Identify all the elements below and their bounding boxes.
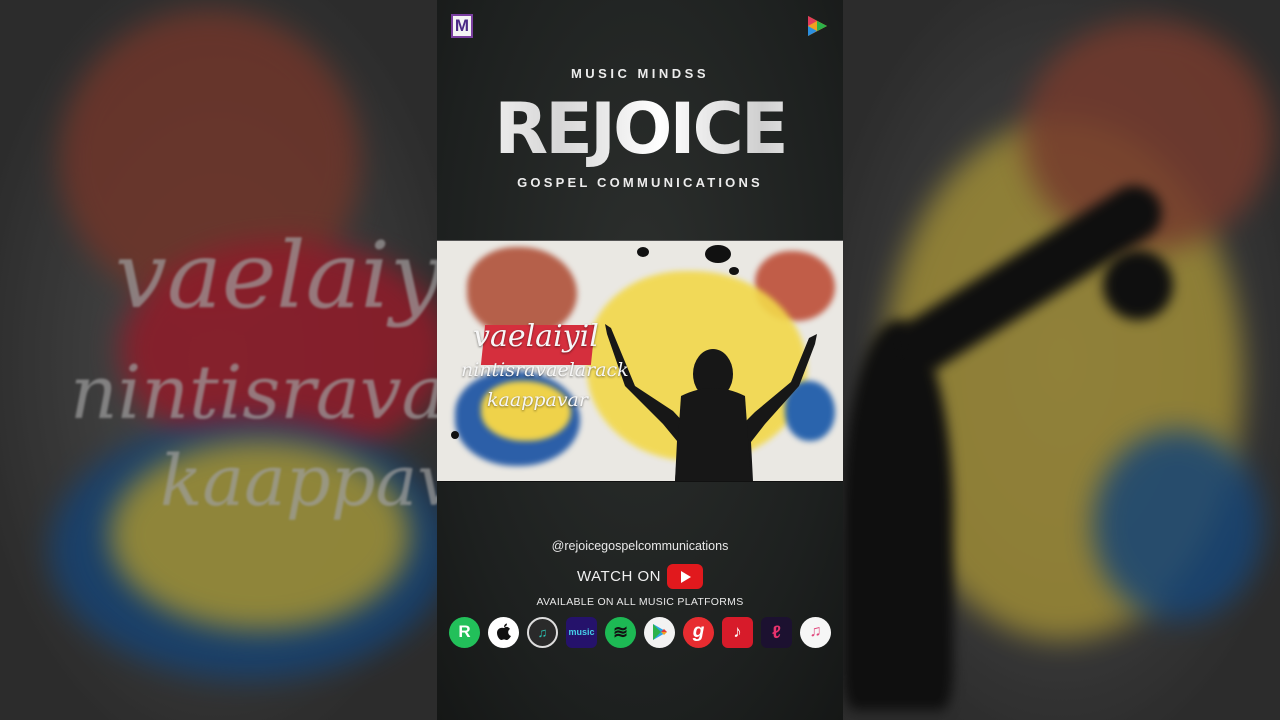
right-blurred-backdrop bbox=[843, 0, 1280, 720]
backdrop-dim-overlay bbox=[0, 0, 437, 720]
gaana-glyph: g bbox=[692, 621, 705, 642]
social-handle: @rejoicegospelcommunications bbox=[551, 539, 729, 553]
resso-icon[interactable]: R bbox=[449, 616, 480, 648]
thumbnail-title-line-2: nintisravaelarack bbox=[461, 359, 629, 381]
ink-splat bbox=[637, 247, 649, 257]
ink-splat bbox=[729, 267, 739, 275]
jiosaavn-icon[interactable]: ♫ bbox=[527, 616, 558, 648]
platform-icons-row: R ♫ music ≋ g ♪ ℓ ♫ bbox=[449, 615, 831, 649]
watch-on-youtube[interactable]: WATCH ON bbox=[437, 564, 843, 589]
video-poster[interactable]: M MUSIC MINDSS REJOICE GOSPEL COMMUNICAT… bbox=[437, 0, 843, 720]
backdrop-dim-overlay bbox=[843, 0, 1280, 720]
amazon-music-icon[interactable]: music bbox=[566, 616, 597, 648]
play-logo-icon bbox=[808, 16, 827, 36]
brand-subtitle: GOSPEL COMMUNICATIONS bbox=[517, 175, 763, 190]
youtube-icon[interactable] bbox=[667, 564, 703, 589]
wynk-icon[interactable]: ♪ bbox=[722, 616, 753, 648]
hungama-glyph: ℓ bbox=[772, 621, 781, 642]
hungama-icon[interactable]: ℓ bbox=[761, 616, 792, 648]
apple-icon[interactable] bbox=[488, 616, 519, 648]
available-platforms-label: AVAILABLE ON ALL MUSIC PLATFORMS bbox=[536, 596, 744, 608]
brand-title: REJOICE bbox=[437, 86, 843, 172]
song-thumbnail: vaelaiyil nintisravaelarack kaappavar bbox=[437, 240, 843, 482]
apple-logo-icon bbox=[496, 623, 511, 640]
google-play-icon[interactable] bbox=[644, 616, 675, 648]
music-mindss-logo: M bbox=[451, 14, 473, 38]
resso-glyph: R bbox=[458, 622, 471, 641]
amazon-music-glyph: music bbox=[568, 627, 595, 637]
itunes-icon[interactable]: ♫ bbox=[800, 616, 831, 648]
wynk-glyph: ♪ bbox=[733, 622, 742, 641]
spotify-glyph: ≋ bbox=[612, 621, 629, 642]
thumbnail-title-line-1: vaelaiyil bbox=[473, 319, 599, 354]
left-blurred-backdrop: vaelaiyi nintisravaela kaappava bbox=[0, 0, 437, 720]
person-silhouette bbox=[605, 324, 817, 481]
google-play-logo-icon bbox=[652, 624, 667, 640]
brand-top-line: MUSIC MINDSS bbox=[570, 66, 710, 81]
jiosaavn-glyph: ♫ bbox=[537, 624, 548, 640]
watch-on-label: WATCH ON bbox=[577, 568, 661, 585]
spotify-icon[interactable]: ≋ bbox=[605, 616, 636, 648]
gaana-icon[interactable]: g bbox=[683, 616, 714, 648]
itunes-glyph: ♫ bbox=[809, 623, 822, 640]
ink-splat bbox=[705, 245, 731, 263]
ink-splat bbox=[451, 431, 459, 439]
thumbnail-title-line-3: kaappavar bbox=[487, 389, 588, 411]
